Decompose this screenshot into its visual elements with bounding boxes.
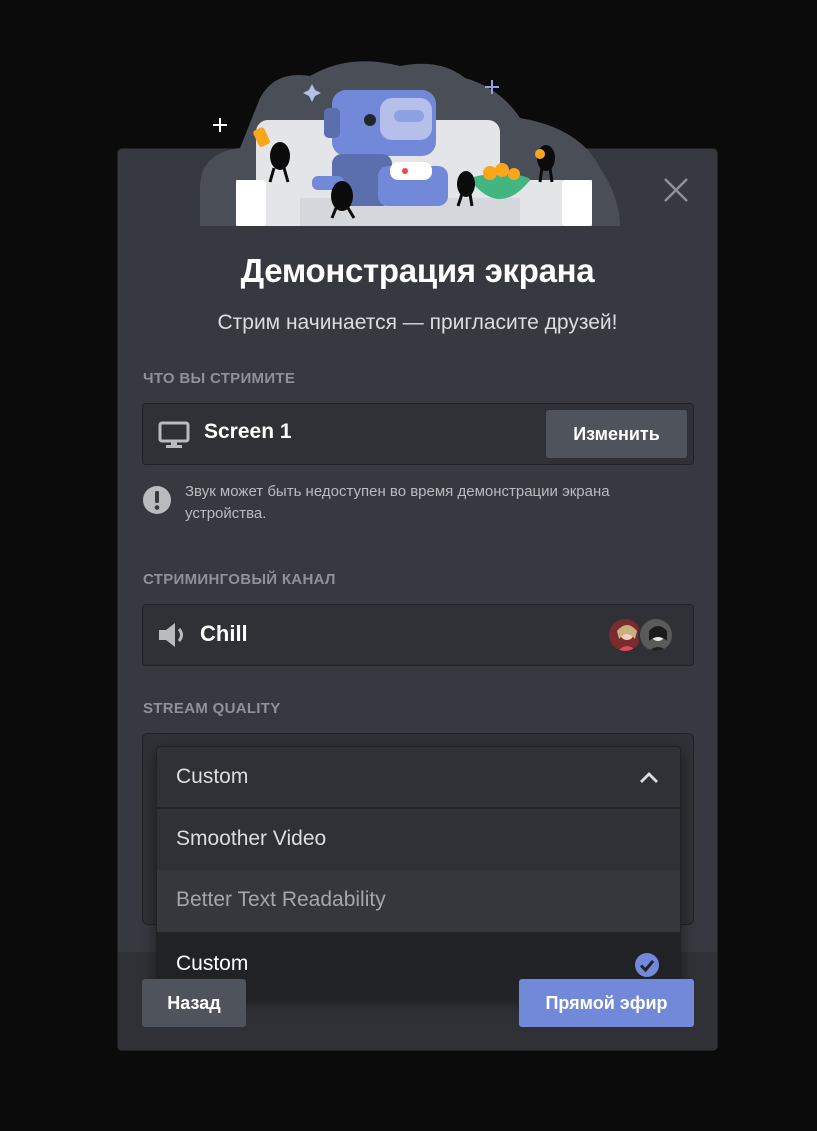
back-button[interactable]: Назад [142, 979, 246, 1027]
quality-select[interactable]: Custom [157, 747, 680, 809]
warning-icon [143, 486, 171, 514]
quality-dropdown[interactable]: Custom Smoother Video Better Text Readab… [156, 746, 681, 998]
option-label: Smoother Video [176, 827, 327, 850]
go-live-button[interactable]: Прямой эфир [519, 979, 694, 1027]
quality-option-smoother-video[interactable]: Smoother Video [157, 809, 680, 871]
speaker-icon [159, 623, 183, 647]
change-source-button[interactable]: Изменить [546, 410, 687, 458]
modal-subtitle: Стрим начинается — пригласите друзей! [217, 311, 618, 334]
quality-option-better-text[interactable]: Better Text Readability [157, 870, 680, 932]
modal-title: Демонстрация экрана [240, 252, 595, 289]
selected-quality: Custom [176, 765, 249, 788]
channel-name: Chill [200, 621, 248, 646]
avatar [638, 617, 674, 653]
monitor-icon [158, 421, 190, 448]
chevron-up-icon [640, 772, 658, 783]
section-label-channel: Стриминговый канал [143, 571, 336, 588]
close-icon[interactable] [660, 174, 692, 206]
option-label: Better Text Readability [176, 888, 386, 911]
check-circle-icon [635, 953, 659, 977]
section-label-quality: Stream Quality [143, 700, 281, 717]
screen-label: Screen 1 [204, 420, 292, 443]
hero-illustration [200, 61, 620, 226]
option-label: Custom [176, 952, 249, 975]
section-label-source: Что вы стримите [143, 370, 296, 387]
audio-warning-text: Звук может быть недоступен во время демо… [185, 483, 610, 522]
